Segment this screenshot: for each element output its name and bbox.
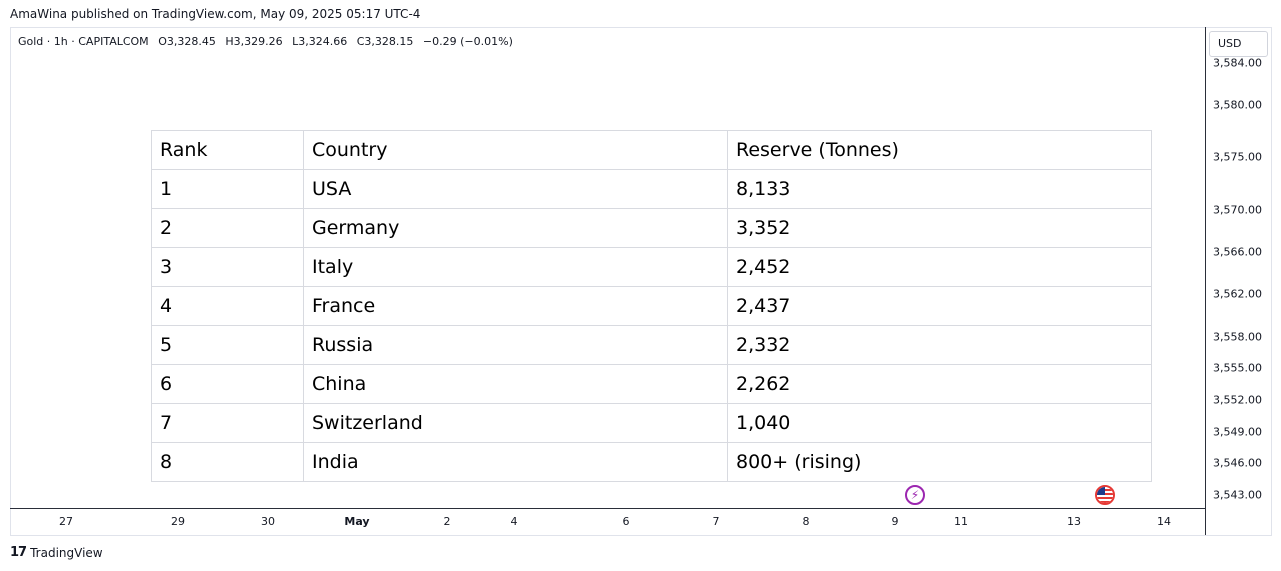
time-axis-divider <box>10 508 1206 509</box>
time-tick-label: 29 <box>171 515 185 528</box>
country-cell: Italy <box>303 247 728 287</box>
table-row: 7 Switzerland 1,040 <box>151 403 1152 443</box>
rank-cell: 7 <box>151 403 304 443</box>
time-tick-label: 14 <box>1157 515 1171 528</box>
reserve-cell: 8,133 <box>727 169 1152 209</box>
price-tick-label: 3,555.00 <box>1213 361 1262 375</box>
time-tick-label: 2 <box>443 515 451 528</box>
header-country: Country <box>303 130 728 170</box>
table-row: 8 India 800+ (rising) <box>151 442 1152 482</box>
country-cell: France <box>303 286 728 326</box>
change-value: −0.29 (−0.01%) <box>422 35 513 48</box>
table-row: 5 Russia 2,332 <box>151 325 1152 365</box>
rank-cell: 2 <box>151 208 304 248</box>
us-flag-icon[interactable] <box>1095 485 1115 505</box>
price-tick-label: 3,575.00 <box>1213 150 1262 164</box>
open-value: O3,328.45 <box>158 35 216 48</box>
price-axis-divider <box>1205 27 1206 535</box>
time-tick-label: 11 <box>954 515 968 528</box>
rank-cell: 6 <box>151 364 304 404</box>
table-row: 2 Germany 3,352 <box>151 208 1152 248</box>
price-tick-label: 3,584.00 <box>1213 56 1262 70</box>
table-header-row: Rank Country Reserve (Tonnes) <box>151 130 1152 170</box>
tradingview-logo-icon: 17 <box>10 545 27 560</box>
time-tick-label: 7 <box>712 515 720 528</box>
table-row: 1 USA 8,133 <box>151 169 1152 209</box>
time-tick-label: 30 <box>261 515 275 528</box>
time-tick-label: May <box>344 515 370 528</box>
reserve-cell: 2,262 <box>727 364 1152 404</box>
rank-cell: 5 <box>151 325 304 365</box>
price-tick-label: 3,558.00 <box>1213 330 1262 344</box>
symbol-legend: Gold · 1h · CAPITALCOM O3,328.45 H3,329.… <box>18 35 519 48</box>
price-tick-label: 3,546.00 <box>1213 456 1262 470</box>
brand-name: TradingView <box>30 545 103 560</box>
currency-selector[interactable]: USD <box>1209 31 1268 57</box>
rank-cell: 4 <box>151 286 304 326</box>
reserve-cell: 3,352 <box>727 208 1152 248</box>
time-tick-label: 13 <box>1067 515 1081 528</box>
symbol-title[interactable]: Gold · 1h · CAPITALCOM <box>18 35 149 48</box>
price-tick-label: 3,549.00 <box>1213 425 1262 439</box>
time-tick-label: 27 <box>59 515 73 528</box>
reserve-cell: 2,452 <box>727 247 1152 287</box>
country-cell: Switzerland <box>303 403 728 443</box>
rank-cell: 8 <box>151 442 304 482</box>
table-row: 4 France 2,437 <box>151 286 1152 326</box>
country-cell: Germany <box>303 208 728 248</box>
reserve-cell: 1,040 <box>727 403 1152 443</box>
header-rank: Rank <box>151 130 304 170</box>
time-tick-label: 6 <box>622 515 630 528</box>
publish-info: AmaWina published on TradingView.com, Ma… <box>10 7 421 21</box>
time-tick-label: 9 <box>891 515 899 528</box>
gold-reserves-table: Rank Country Reserve (Tonnes) 1 USA 8,133 2… <box>151 130 1152 482</box>
table-row: 3 Italy 2,452 <box>151 247 1152 287</box>
lightning-icon[interactable]: ⚡ <box>905 485 925 505</box>
table-row: 6 China 2,262 <box>151 364 1152 404</box>
country-cell: India <box>303 442 728 482</box>
reserve-cell: 800+ (rising) <box>727 442 1152 482</box>
rank-cell: 3 <box>151 247 304 287</box>
reserve-cell: 2,332 <box>727 325 1152 365</box>
close-value: C3,328.15 <box>356 35 414 48</box>
price-tick-label: 3,552.00 <box>1213 393 1262 407</box>
price-tick-label: 3,580.00 <box>1213 98 1262 112</box>
price-tick-label: 3,570.00 <box>1213 203 1262 217</box>
country-cell: USA <box>303 169 728 209</box>
time-tick-label: 8 <box>802 515 810 528</box>
time-tick-label: 4 <box>510 515 518 528</box>
footer-brand[interactable]: 17 TradingView <box>10 545 103 560</box>
price-tick-label: 3,543.00 <box>1213 488 1262 502</box>
rank-cell: 1 <box>151 169 304 209</box>
country-cell: China <box>303 364 728 404</box>
price-tick-label: 3,566.00 <box>1213 245 1262 259</box>
reserve-cell: 2,437 <box>727 286 1152 326</box>
header-reserve: Reserve (Tonnes) <box>727 130 1152 170</box>
high-value: H3,329.26 <box>225 35 283 48</box>
price-tick-label: 3,562.00 <box>1213 287 1262 301</box>
country-cell: Russia <box>303 325 728 365</box>
low-value: L3,324.66 <box>292 35 348 48</box>
